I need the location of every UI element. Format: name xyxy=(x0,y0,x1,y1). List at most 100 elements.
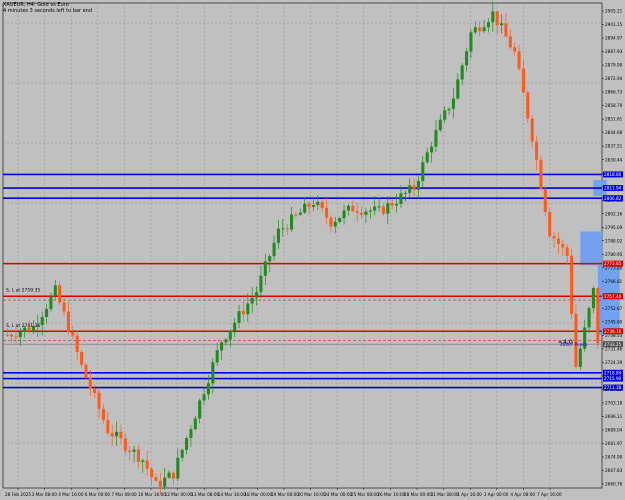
candle-body[interactable] xyxy=(556,238,560,244)
candle-body[interactable] xyxy=(285,228,289,230)
candle-body[interactable] xyxy=(10,334,14,337)
candle-body[interactable] xyxy=(500,23,504,26)
candle-body[interactable] xyxy=(430,146,434,153)
candle-body[interactable] xyxy=(333,221,337,227)
candle-body[interactable] xyxy=(268,256,272,262)
candle-body[interactable] xyxy=(386,203,390,214)
candle-body[interactable] xyxy=(233,322,237,331)
candle-body[interactable] xyxy=(552,236,556,239)
candle-body[interactable] xyxy=(548,212,552,237)
candle-body[interactable] xyxy=(530,118,534,142)
candle-body[interactable] xyxy=(338,218,342,222)
candle-body[interactable] xyxy=(578,348,582,367)
candle-body[interactable] xyxy=(294,214,298,216)
candle-body[interactable] xyxy=(45,309,49,318)
candle-body[interactable] xyxy=(421,162,425,182)
candle-body[interactable] xyxy=(185,438,189,450)
candle-body[interactable] xyxy=(110,433,114,437)
candle-body[interactable] xyxy=(443,110,447,120)
candle-body[interactable] xyxy=(307,203,311,207)
candle-body[interactable] xyxy=(49,296,53,310)
candle-body[interactable] xyxy=(535,141,539,160)
candle-body[interactable] xyxy=(570,255,574,314)
candle-body[interactable] xyxy=(158,480,162,487)
candle-body[interactable] xyxy=(167,472,171,478)
candle-body[interactable] xyxy=(368,210,372,212)
candle-body[interactable] xyxy=(80,352,84,365)
candle-body[interactable] xyxy=(364,211,368,215)
candle-body[interactable] xyxy=(250,297,254,304)
candle-body[interactable] xyxy=(342,210,346,219)
candle-body[interactable] xyxy=(58,285,62,303)
candle-body[interactable] xyxy=(346,205,350,211)
candle-body[interactable] xyxy=(224,339,228,343)
candle-body[interactable] xyxy=(425,152,429,163)
candle-body[interactable] xyxy=(303,203,307,213)
candle-body[interactable] xyxy=(565,247,569,256)
candle-body[interactable] xyxy=(84,364,88,378)
candle-body[interactable] xyxy=(543,188,547,213)
candle-body[interactable] xyxy=(115,431,119,437)
candle-body[interactable] xyxy=(591,288,595,309)
candle-body[interactable] xyxy=(119,431,123,439)
candle-body[interactable] xyxy=(360,212,364,215)
candle-body[interactable] xyxy=(281,228,285,230)
candle-body[interactable] xyxy=(215,350,219,363)
candle-body[interactable] xyxy=(596,288,600,344)
candle-body[interactable] xyxy=(171,472,175,479)
chart-window[interactable]: 2905.21 2901.15 2894.97 2887.93 2879.90 2872.… xyxy=(0,0,625,500)
candle-body[interactable] xyxy=(176,457,180,479)
candle-body[interactable] xyxy=(482,27,486,32)
candle-body[interactable] xyxy=(574,313,578,367)
candle-body[interactable] xyxy=(241,311,245,315)
candle-body[interactable] xyxy=(220,342,224,351)
candle-body[interactable] xyxy=(62,302,66,312)
candle-body[interactable] xyxy=(381,206,385,214)
candle-body[interactable] xyxy=(259,275,263,293)
candle-body[interactable] xyxy=(311,205,315,207)
candle-body[interactable] xyxy=(434,130,438,147)
candle-body[interactable] xyxy=(316,201,320,206)
candle-body[interactable] xyxy=(412,185,416,190)
candle-body[interactable] xyxy=(93,388,97,393)
candle-body[interactable] xyxy=(123,438,127,451)
candle-body[interactable] xyxy=(521,68,525,93)
price-chart[interactable]: 2905.21 2901.15 2894.97 2887.93 2879.90 2872.… xyxy=(0,0,625,500)
candle-body[interactable] xyxy=(486,22,490,28)
candle-body[interactable] xyxy=(351,205,355,212)
candle-body[interactable] xyxy=(456,79,460,99)
candle-body[interactable] xyxy=(399,193,403,204)
candle-body[interactable] xyxy=(198,400,202,419)
candle-body[interactable] xyxy=(587,308,591,328)
candle-body[interactable] xyxy=(526,92,530,119)
candle-body[interactable] xyxy=(373,206,377,211)
candle-body[interactable] xyxy=(18,331,22,338)
candle-body[interactable] xyxy=(193,418,197,430)
candle-body[interactable] xyxy=(263,261,267,276)
candle-body[interactable] xyxy=(202,394,206,401)
candle-body[interactable] xyxy=(390,203,394,206)
candle-body[interactable] xyxy=(539,159,543,189)
candle-body[interactable] xyxy=(395,203,399,206)
candle-body[interactable] xyxy=(180,449,184,458)
candle-body[interactable] xyxy=(228,330,232,340)
candle-body[interactable] xyxy=(329,217,333,227)
candle-body[interactable] xyxy=(438,119,442,131)
candle-body[interactable] xyxy=(355,211,359,213)
candle-body[interactable] xyxy=(272,242,276,257)
candle-body[interactable] xyxy=(465,51,469,66)
candle-body[interactable] xyxy=(145,460,149,469)
candle-body[interactable] xyxy=(451,98,455,109)
candle-body[interactable] xyxy=(416,181,420,190)
candle-body[interactable] xyxy=(206,383,210,395)
candle-body[interactable] xyxy=(66,311,70,332)
candle-body[interactable] xyxy=(447,108,451,111)
candle-body[interactable] xyxy=(276,228,280,243)
candle-body[interactable] xyxy=(320,201,324,208)
candle-body[interactable] xyxy=(106,419,110,434)
candle-body[interactable] xyxy=(150,468,154,478)
candle-body[interactable] xyxy=(163,477,167,487)
candle-body[interactable] xyxy=(517,51,521,69)
candle-body[interactable] xyxy=(189,429,193,439)
candle-body[interactable] xyxy=(298,212,302,215)
